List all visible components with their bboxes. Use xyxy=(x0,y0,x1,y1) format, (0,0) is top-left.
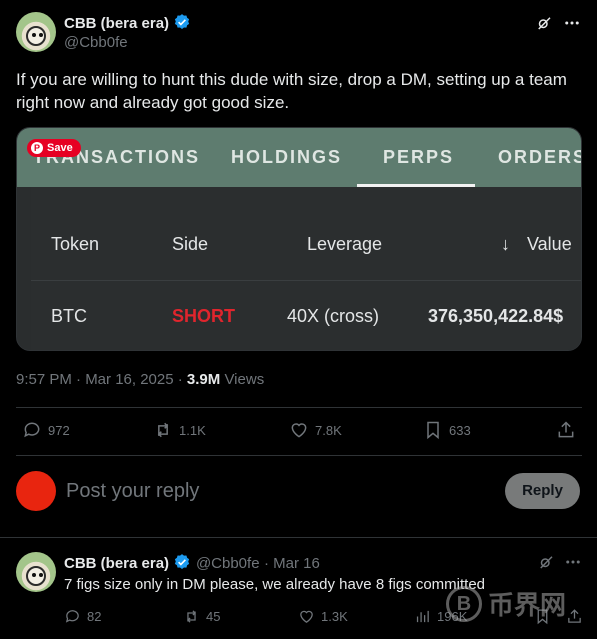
reply-author-avatar[interactable] xyxy=(16,552,56,592)
column-header-leverage: Leverage xyxy=(307,234,383,254)
grok-icon[interactable] xyxy=(537,553,555,576)
share-icon xyxy=(558,421,574,438)
reply-action[interactable]: 972 xyxy=(22,420,70,440)
repost-action[interactable]: 45 xyxy=(183,608,220,625)
reply-input[interactable]: Post your reply xyxy=(66,480,199,503)
more-options-icon[interactable] xyxy=(563,14,581,37)
cell-value: 376,350,422.84$ xyxy=(428,306,564,326)
reply-author-info: CBB (bera era) @Cbb0fe · Mar 16 xyxy=(64,553,320,573)
reply-icon xyxy=(24,422,40,438)
repost-icon xyxy=(187,610,196,623)
cell-leverage: 40X (cross) xyxy=(287,306,380,326)
divider xyxy=(0,537,597,538)
pinterest-icon: P xyxy=(31,142,43,154)
verified-badge-icon xyxy=(173,13,191,31)
reply-text: 7 figs size only in DM please, we alread… xyxy=(64,576,486,593)
tab-holdings: HOLDINGS xyxy=(231,147,343,167)
sort-arrow-icon: ↓ xyxy=(501,234,510,254)
timestamp[interactable]: 9:57 PM · Mar 16, 2025 · xyxy=(16,371,187,388)
like-count: 1.3K xyxy=(321,609,348,624)
grok-icon[interactable] xyxy=(535,14,553,37)
like-action[interactable]: 1.3K xyxy=(298,608,348,625)
repost-count: 1.1K xyxy=(179,422,206,438)
like-count: 7.8K xyxy=(315,422,342,438)
bookmark-icon xyxy=(427,421,439,440)
share-icon xyxy=(568,609,581,623)
reply-button[interactable]: Reply xyxy=(505,473,580,509)
embedded-image[interactable]: TRANSACTIONS HOLDINGS PERPS ORDERS P Sav… xyxy=(16,127,582,351)
share-action[interactable] xyxy=(556,420,576,440)
divider xyxy=(16,455,582,456)
author-info: CBB (bera era) xyxy=(64,13,191,33)
views-icon xyxy=(416,610,429,623)
cell-side: SHORT xyxy=(172,306,235,326)
repost-action[interactable]: 1.1K xyxy=(153,420,206,440)
watermark-logo-icon: B xyxy=(446,585,482,622)
repost-icon xyxy=(157,422,169,438)
column-header-value: Value xyxy=(527,234,572,254)
bookmark-count: 633 xyxy=(449,422,471,438)
author-handle[interactable]: @Cbb0fe xyxy=(64,34,128,51)
reply-date[interactable]: · Mar 16 xyxy=(264,555,320,572)
reply-icon xyxy=(65,610,79,623)
verified-badge-icon xyxy=(173,553,191,571)
tab-bar: TRANSACTIONS HOLDINGS PERPS ORDERS P Sav… xyxy=(17,128,582,187)
reply-action[interactable]: 82 xyxy=(64,608,101,625)
reply-author-name[interactable]: CBB (bera era) xyxy=(64,555,169,572)
row-divider xyxy=(31,280,581,281)
pinterest-save-button[interactable]: P Save xyxy=(27,139,81,157)
like-action[interactable]: 7.8K xyxy=(289,420,342,440)
heart-icon xyxy=(300,610,313,623)
save-label: Save xyxy=(47,142,73,154)
column-header-side: Side xyxy=(172,234,209,254)
author-avatar[interactable] xyxy=(16,12,56,52)
repost-count: 45 xyxy=(206,609,221,624)
views-label: Views xyxy=(220,371,265,388)
share-action[interactable] xyxy=(566,608,583,625)
watermark: B 币界网 xyxy=(446,585,566,622)
author-name[interactable]: CBB (bera era) xyxy=(64,15,169,32)
views-count: 3.9M xyxy=(186,371,221,388)
reply-count: 82 xyxy=(87,609,102,624)
cell-token: BTC xyxy=(51,306,87,326)
bookmark-action[interactable]: 633 xyxy=(423,420,471,440)
heart-icon xyxy=(291,423,307,438)
reply-author-handle[interactable]: @Cbb0fe xyxy=(196,555,260,572)
tab-perps: PERPS xyxy=(383,147,455,167)
reply-count: 972 xyxy=(48,422,70,438)
more-options-icon[interactable] xyxy=(564,553,582,576)
tab-orders: ORDERS xyxy=(498,147,582,167)
tweet-text: If you are willing to hunt this dude wit… xyxy=(16,70,567,112)
user-avatar[interactable] xyxy=(16,471,56,511)
column-header-token: Token xyxy=(51,234,100,254)
tweet-meta: 9:57 PM · Mar 16, 2025 · 3.9M Views xyxy=(16,371,264,388)
divider xyxy=(16,407,582,408)
watermark-text: 币界网 xyxy=(488,590,567,620)
